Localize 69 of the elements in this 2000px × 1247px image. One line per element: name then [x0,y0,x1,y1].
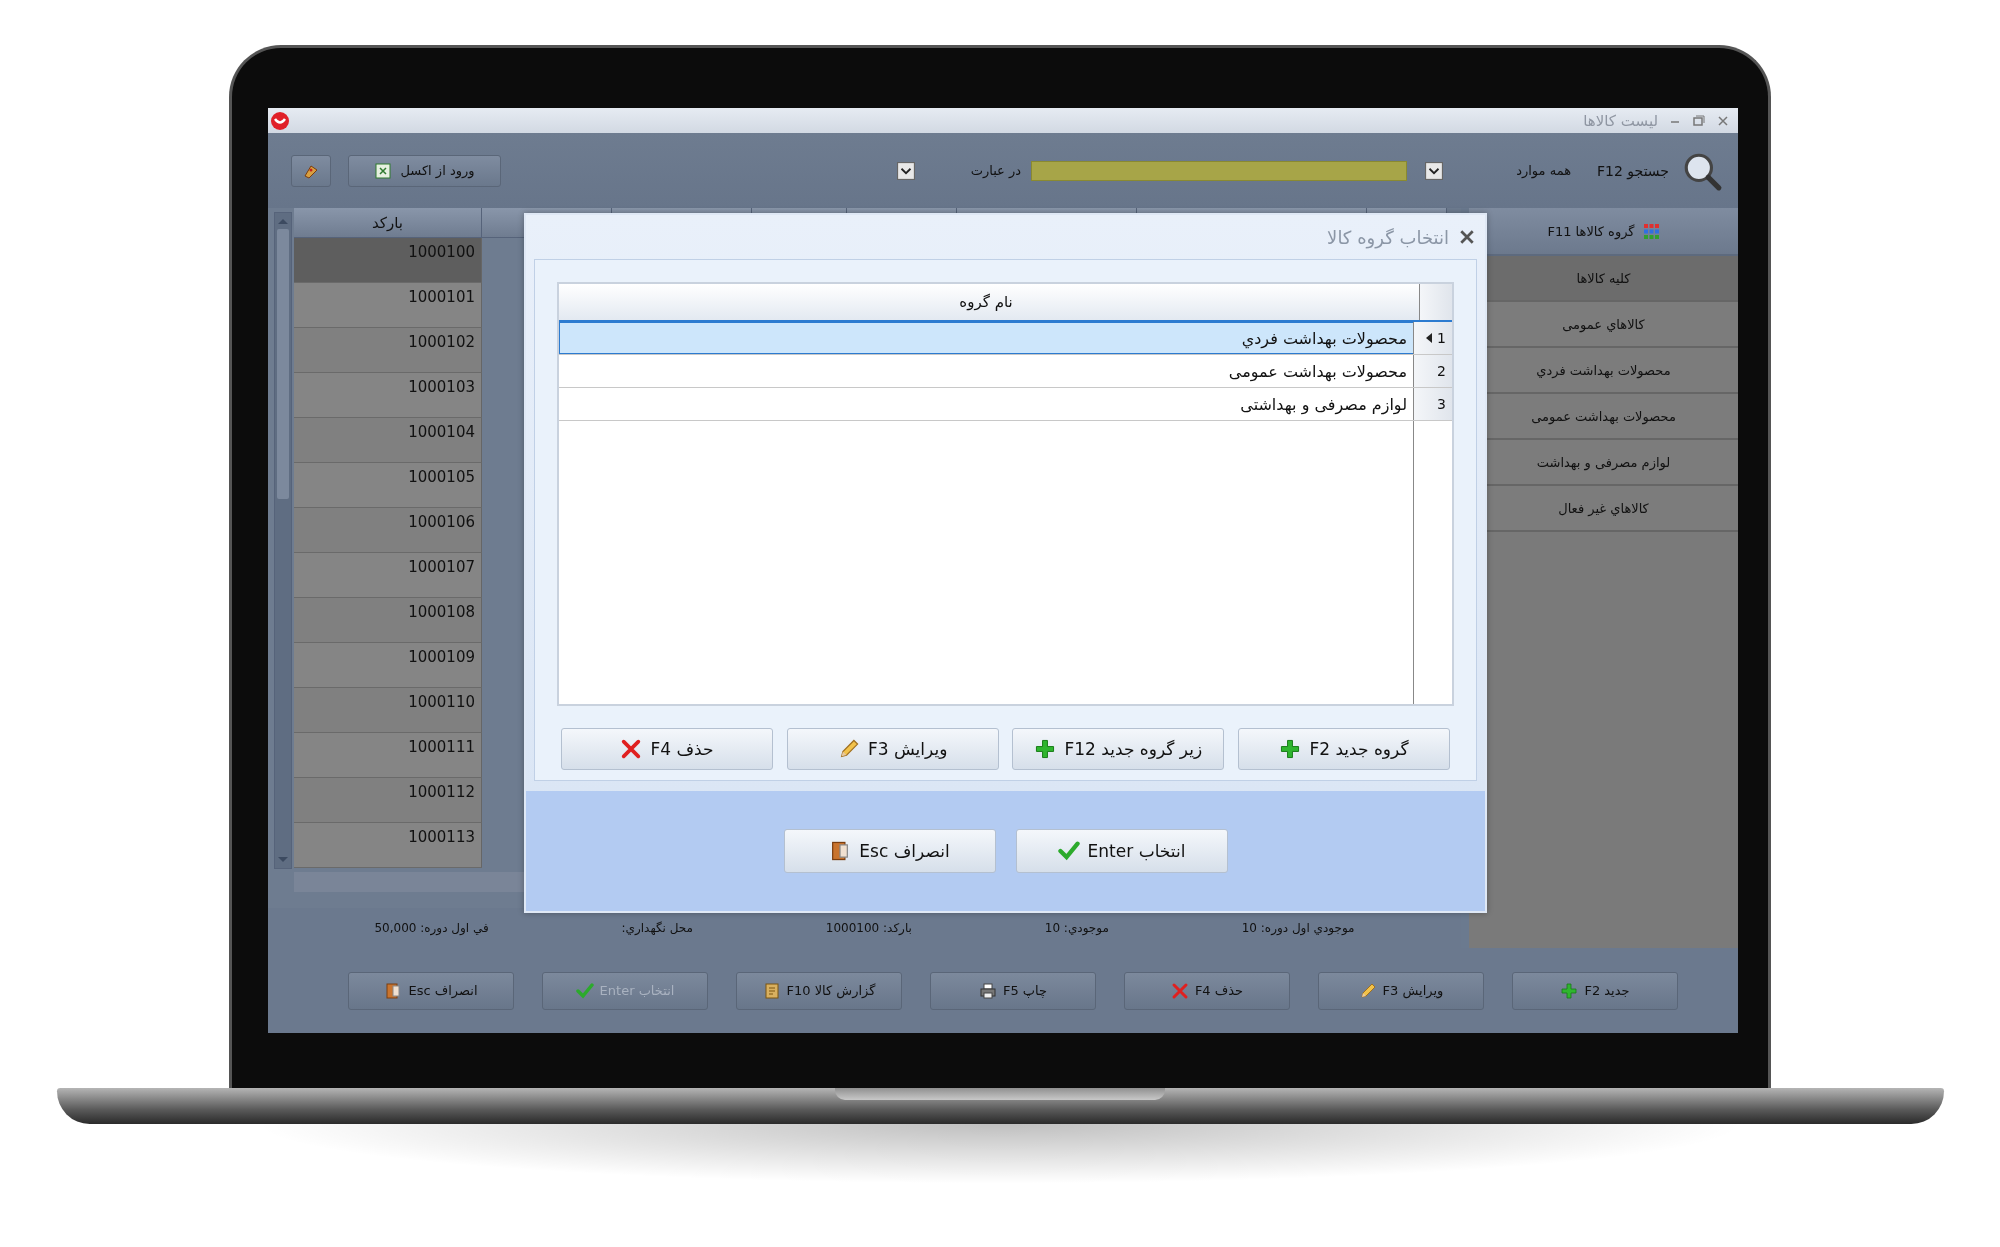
search-field[interactable] [1031,160,1408,181]
dialog-button[interactable]: انصراف Esc [783,829,996,873]
corner-cell [1420,284,1452,320]
restore-icon[interactable] [1692,113,1706,128]
table-row[interactable]: 1000100 [294,238,482,283]
scope-dropdown[interactable]: همه موارد [1425,160,1576,181]
grid-icon [1642,222,1660,240]
status-text: موجودي اول دوره: 10 [1241,921,1355,935]
status-text: محل نگهداري: [621,921,693,935]
search-label: جستجو F12 [1597,162,1669,179]
plus-icon [1279,738,1302,760]
dialog-button[interactable]: ویرایش F3 [786,728,999,770]
toolbar-button[interactable]: حذف F4 [1124,971,1290,1010]
dialog-title: انتخاب گروه کالا [1327,226,1449,248]
toolbar-button[interactable]: چاپ F5 [930,971,1096,1010]
table-row[interactable]: 1000108 [294,598,482,643]
table-row[interactable]: 1000113 [294,823,482,868]
toolbar-button[interactable]: ویرایش F3 [1318,971,1484,1010]
table-row[interactable]: 1000101 [294,283,482,328]
check-icon [575,981,594,1000]
column-header[interactable]: نام گروه [559,284,1420,320]
scrollbar[interactable] [274,212,292,869]
table-row[interactable]: 1000110 [294,688,482,733]
status-text: بارکد: 1000100 [825,921,912,935]
chevron-down-icon [1425,161,1444,180]
row-number: 3 [1437,396,1446,412]
dialog-button[interactable]: گروه جدید F2 [1237,728,1450,770]
table-row[interactable]: 1000112 [294,778,482,823]
sidebar-title: گروه کالاها F11 [1547,223,1635,239]
row-number: 2 [1437,363,1446,379]
cross-icon [1170,981,1189,1000]
chevron-down-icon [897,161,916,180]
plus-icon [1560,981,1579,1000]
table-row[interactable]: 1000109 [294,643,482,688]
close-icon[interactable] [1459,229,1475,245]
app-logo-icon [270,110,290,131]
pencil-icon [1358,981,1377,1000]
table-row[interactable]: 1000102 [294,328,482,373]
scroll-down-icon[interactable] [277,856,289,864]
door-icon [384,981,403,1000]
toolbar-button[interactable]: گزارش کالا F10 [736,971,902,1010]
status-text: موجودي: 10 [1044,921,1109,935]
scroll-up-icon[interactable] [277,217,289,225]
table-row[interactable]: 1000104 [294,418,482,463]
column-header[interactable]: بارکد [294,208,482,238]
toolbar-button[interactable]: انصراف Esc [348,971,514,1010]
table-row[interactable]: 1000111 [294,733,482,778]
table-row[interactable]: 1000105 [294,463,482,508]
dialog-button[interactable]: زیر گروه جدید F12 [1012,728,1225,770]
close-icon[interactable] [1716,113,1730,128]
table-row[interactable]: 1000103 [294,373,482,418]
cross-icon [620,738,643,760]
row-number: 1 [1437,330,1446,346]
row-pointer-icon [1425,332,1434,344]
check-icon [1057,840,1080,862]
match-mode-dropdown[interactable]: در عبارت [897,160,1026,181]
table-row[interactable]: 1000107 [294,553,482,598]
document-icon [762,981,781,1000]
dialog-button[interactable]: حذف F4 [561,728,773,770]
import-excel-button[interactable]: ورود از اکسل [348,154,501,187]
plus-icon [1034,738,1057,760]
table-row[interactable]: 1000106 [294,508,482,553]
toolbar-button[interactable]: جدید F2 [1512,971,1678,1010]
window-title: لیست کالاها [1583,111,1658,130]
status-text: في اول دوره: 50,000 [374,921,489,935]
spreadsheet-icon [374,161,393,180]
palette-button[interactable] [291,154,331,187]
dialog-button[interactable]: انتخاب Enter [1015,829,1228,873]
printer-icon [978,981,997,1000]
